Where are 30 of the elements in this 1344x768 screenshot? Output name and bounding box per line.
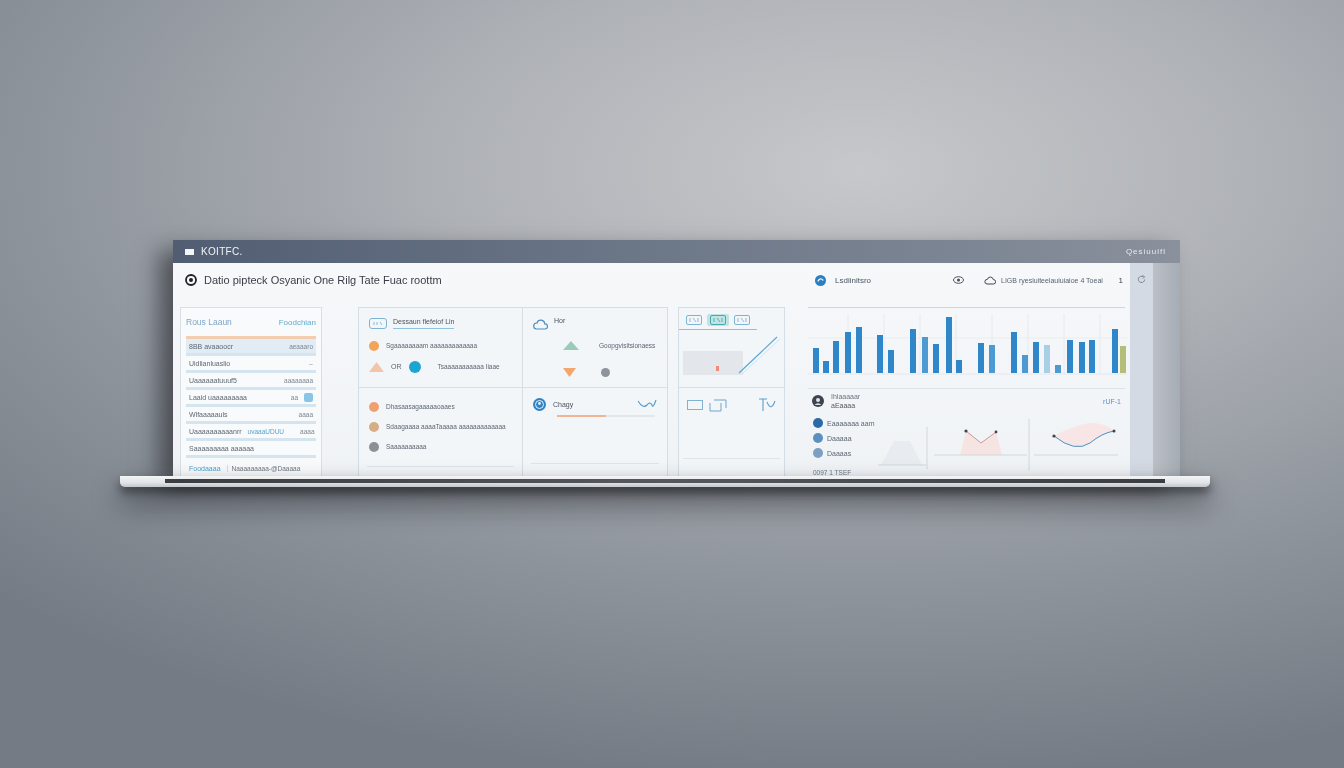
cloud-icon[interactable] <box>984 275 996 285</box>
dot-icon <box>601 368 610 377</box>
page-title: Datio pipteck Osyanic One Rilg Tate Fuac roottm <box>204 273 442 287</box>
user-circle-icon <box>533 398 546 411</box>
eye-icon[interactable] <box>953 276 964 284</box>
refresh-icon[interactable] <box>1137 275 1146 284</box>
window-icon <box>734 315 750 325</box>
swirl-logo-icon <box>815 274 826 286</box>
icon-tab[interactable] <box>707 314 729 326</box>
window-icon <box>185 248 194 255</box>
window-title: KOITFC. <box>201 246 243 257</box>
square-icon[interactable] <box>304 392 313 402</box>
count-text: 1 <box>1118 275 1124 285</box>
up-triangle-icon <box>563 341 579 350</box>
frame-icon <box>687 399 703 411</box>
frame-icon <box>709 398 727 412</box>
sidebar-title: Rous Laaun <box>186 317 232 327</box>
avatar-icon <box>812 395 824 407</box>
window-icon <box>686 315 702 325</box>
squiggle-icon <box>637 399 657 410</box>
target-icon[interactable] <box>185 274 197 286</box>
section-label: Lsdiinitsro <box>835 275 871 285</box>
icon-tab[interactable] <box>683 314 705 326</box>
chip-icon <box>369 317 387 329</box>
squiggle-icon <box>758 398 776 412</box>
window-caption: Qesiuuifl <box>1125 247 1166 256</box>
triangle-icon <box>369 361 384 372</box>
down-triangle-icon <box>563 368 576 377</box>
window-icon <box>710 315 726 325</box>
icon-tab[interactable] <box>731 314 753 326</box>
